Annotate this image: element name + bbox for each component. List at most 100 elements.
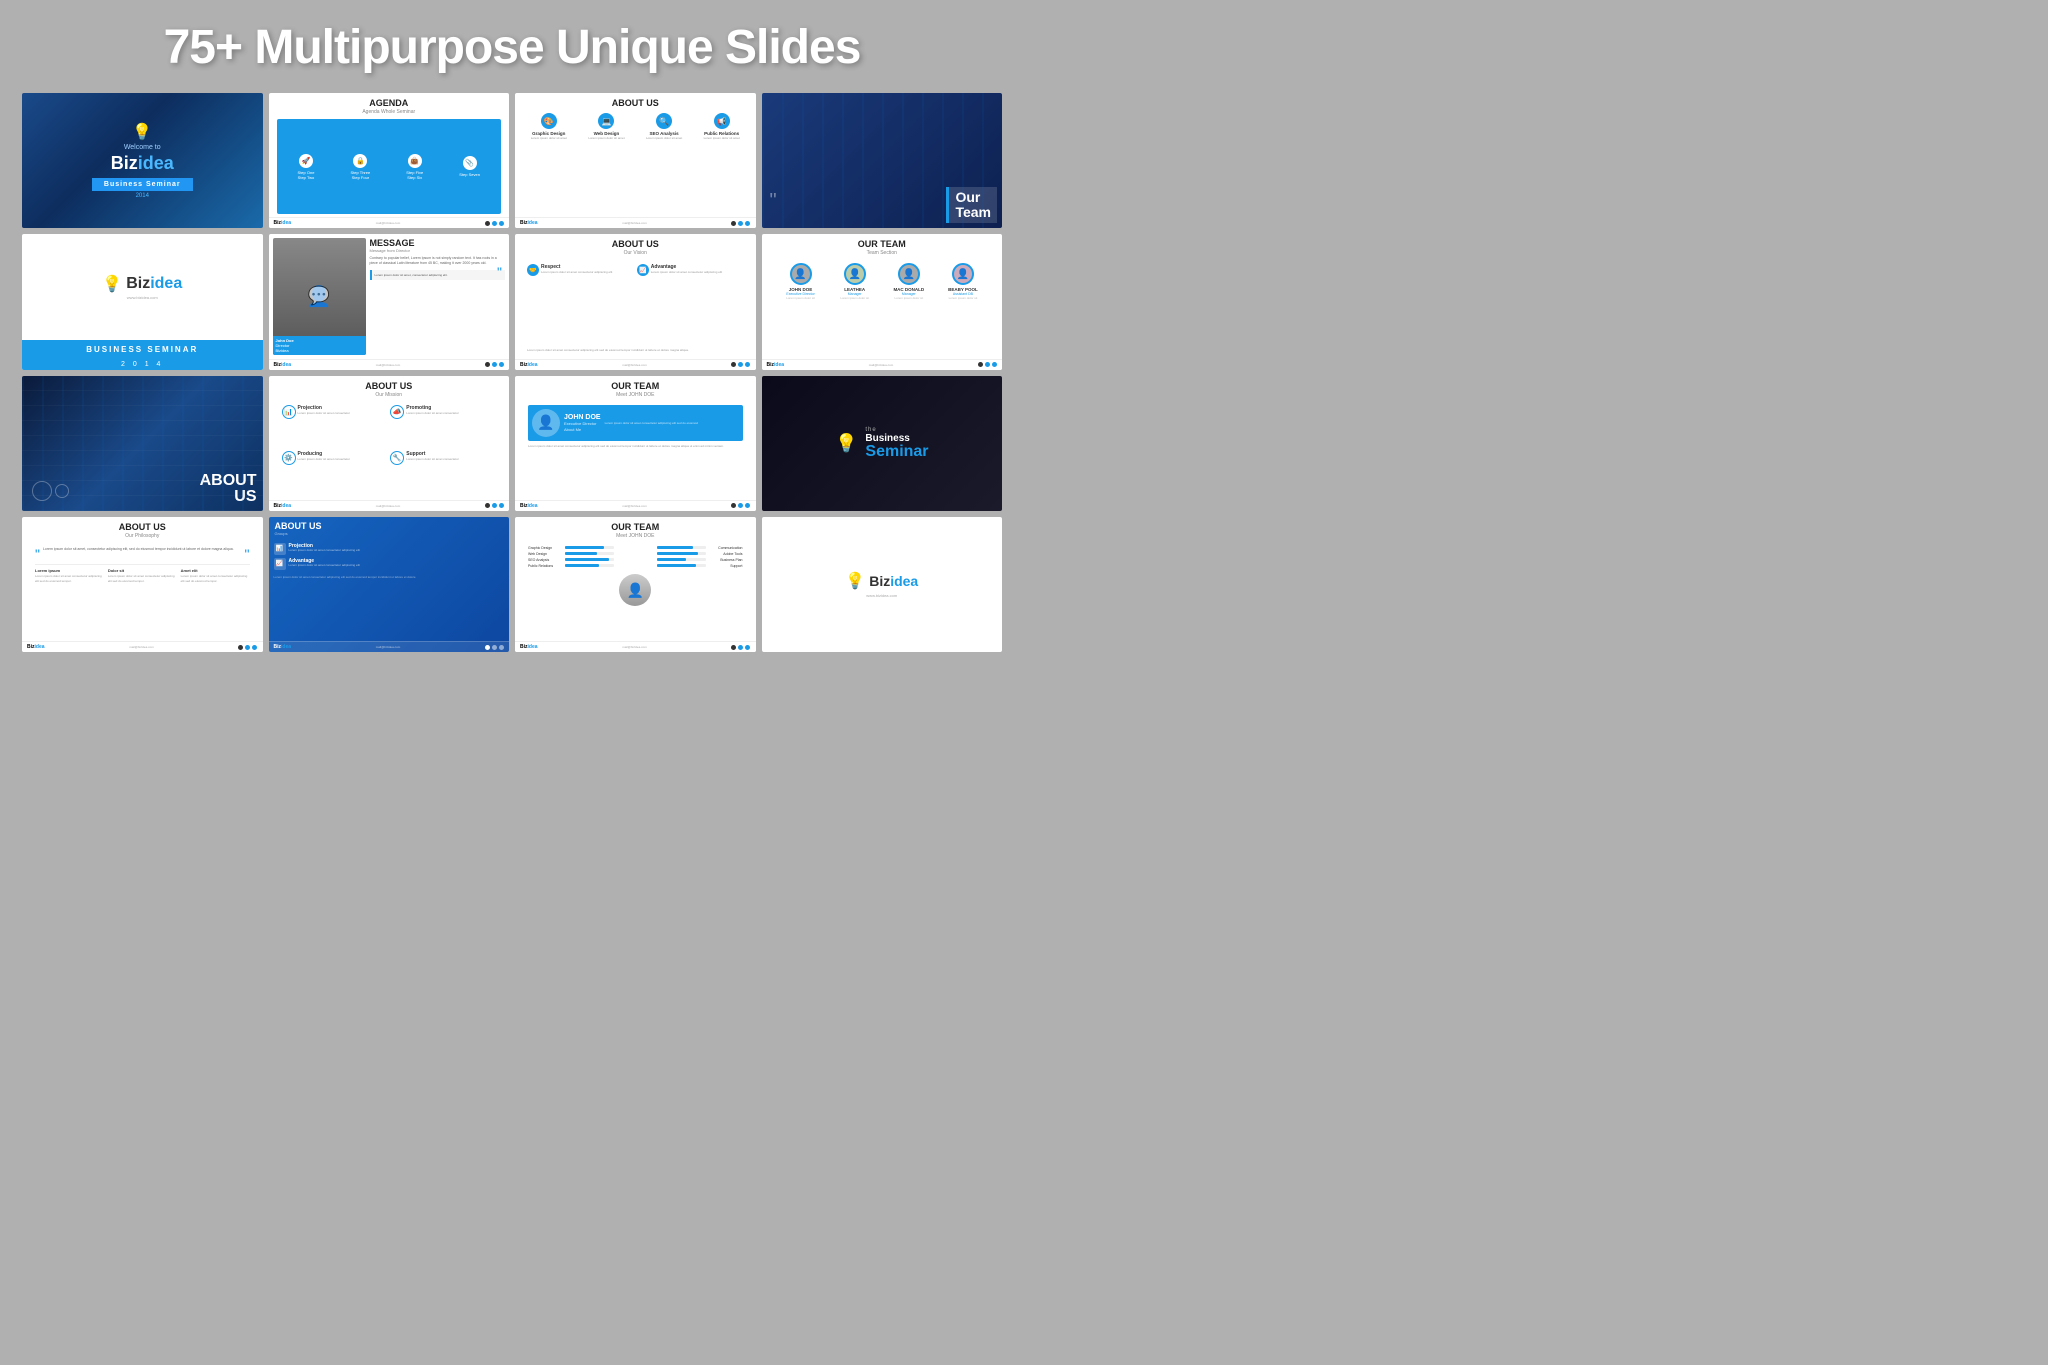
slide7-footer: Bizidea mail@bizidea.com (515, 359, 756, 370)
phil-divider (35, 564, 250, 565)
slide3-footer: Bizidea mail@bizidea.com (515, 217, 756, 228)
avatar-2: 👤 (844, 263, 866, 285)
proj-icon-14: 📊 (274, 543, 286, 555)
vision-items: 🤝 Respect Lorem ipsum dolor sit amet con… (523, 260, 748, 348)
about14-item-2: 📈 Advantage Lorem ipsum dolor sit amet c… (274, 558, 505, 570)
slide13-footer: Bizidea mail@bizidea.com (22, 641, 263, 652)
vision-bottom: Lorem ipsum dolor sit amet consectetur a… (523, 348, 748, 355)
respect-icon: 🤝 (527, 264, 539, 276)
slide8-footer: Bizidea mail@bizidea.com (762, 359, 1003, 370)
dot-1 (238, 645, 243, 650)
bulb-icon-16: 💡 (845, 571, 865, 591)
footer-dots-14 (485, 645, 504, 650)
vision-col-1: 🤝 Respect Lorem ipsum dolor sit amet con… (527, 264, 634, 344)
slide-5[interactable]: 💡 Bizidea www.bizidea.com BUSINESS SEMIN… (22, 234, 263, 369)
meet-title: OUR TEAM (523, 381, 748, 391)
step-1: 🚀 Step One Step Two (298, 154, 315, 180)
adv-icon-14: 📈 (274, 558, 286, 570)
projection-text: Projection Lorem ipsum dolor sit amet co… (298, 405, 351, 448)
slide-6[interactable]: 👤 💬 John Doe Director Bizidea MESSAGE Me… (269, 234, 510, 369)
biz-logo: Bizidea (111, 153, 174, 174)
slide3-header: ABOUT US (515, 93, 756, 110)
about14-content: 📊 Projection Lorem ipsum dolor sit amet … (269, 540, 510, 641)
meet-subtitle: Meet JOHN DOE (523, 392, 748, 398)
slide10-content: ABOUT US Our Mission 📊 Projection Lorem … (269, 376, 510, 500)
phil-title: ABOUT US (30, 522, 255, 532)
slide7-content: ABOUT US Our Vision 🤝 Respect Lorem ipsu… (515, 234, 756, 358)
slide-13[interactable]: ABOUT US Our Philosophy " Lorem ipsum do… (22, 517, 263, 652)
john-info: JOHN DOE Executive Director About Me (564, 414, 601, 432)
slide-15[interactable]: OUR TEAM Meet JOHN DOE Graphic Design We… (515, 517, 756, 652)
skill-r3: Business Plan (657, 558, 743, 562)
dot-1 (731, 221, 736, 226)
biz-logo-16: Bizidea (869, 573, 918, 589)
seminar-text: Seminar (865, 444, 928, 460)
vision-col-2: 📈 Advantage Lorem ipsum dolor sit amet c… (637, 264, 744, 344)
step7-label: Step Seven (459, 172, 480, 177)
slide-2[interactable]: AGENDA Agenda Whole Seminar 🚀 Step One S… (269, 93, 510, 228)
msg-content: 👤 💬 John Doe Director Bizidea MESSAGE Me… (269, 234, 510, 358)
skill3-bar-fill (565, 558, 609, 561)
slide-4[interactable]: " OurTeam (762, 93, 1003, 228)
dot-3 (745, 645, 750, 650)
slide-12[interactable]: 💡 the Business Seminar (762, 376, 1003, 511)
icon-web-design: 💻 Web Design Lorem ipsum dolor sit amet (578, 113, 636, 214)
agenda-title: AGENDA (277, 98, 502, 108)
skill3-label: SEO Analysis (528, 558, 563, 562)
mission-2: 📣 Promoting Lorem ipsum dolor sit amet c… (390, 405, 496, 448)
team-title: OUR TEAM (770, 239, 995, 249)
dark-text-group: the Business Seminar (865, 427, 928, 460)
skill1-label: Graphic Design (528, 546, 563, 550)
skill-1: Graphic Design (528, 546, 614, 550)
slide-9[interactable]: ABOUT US (22, 376, 263, 511)
footer-dots-7 (731, 362, 750, 367)
icon-desc-2: Lorem ipsum dolor sit amet (588, 137, 624, 141)
slide-1[interactable]: 💡 Welcome to Bizidea Business Seminar 20… (22, 93, 263, 228)
page-title: 75+ Multipurpose Unique Slides (164, 20, 861, 75)
slide-11[interactable]: OUR TEAM Meet JOHN DOE 👤 JOHN DOE Execut… (515, 376, 756, 511)
dot-3 (252, 645, 257, 650)
slide-10[interactable]: ABOUT US Our Mission 📊 Projection Lorem … (269, 376, 510, 511)
respect-text: Respect Lorem ipsum dolor sit amet conse… (541, 264, 612, 275)
slide-3[interactable]: ABOUT US 🎨 Graphic Design Lorem ipsum do… (515, 93, 756, 228)
slide14-header: ABOUT US Groups (269, 517, 510, 540)
producing-text: Producing Lorem ipsum dolor sit amet con… (298, 451, 351, 494)
meet-desc: Lorem ipsum dolor sit amet consectetur a… (528, 444, 743, 448)
dot-2 (738, 503, 743, 508)
skill2-label: Web Design (528, 552, 563, 556)
phil-quote-block: " Lorem ipsum dolor sit amet, consectetu… (35, 547, 250, 561)
slide16-logo: 💡 Bizidea (845, 571, 918, 591)
about14-footer-text: Lorem ipsum dolor sit amet consectetur a… (274, 575, 505, 579)
mission-3: ⚙️ Producing Lorem ipsum dolor sit amet … (282, 451, 388, 494)
skills-right: Communication Adobe Tools Business Plan … (657, 546, 743, 635)
step-2: 🔒 Step Three Step Four (351, 154, 371, 180)
skillr4-bar-bg (657, 564, 706, 567)
dot-3 (745, 221, 750, 226)
skillr2-bar-fill (657, 552, 698, 555)
adv-desc-14: Lorem ipsum dolor sit amet consectetur a… (289, 564, 360, 568)
phil-col-3: Amet elit Lorem ipsum dolor sit amet con… (181, 568, 250, 583)
footer-logo-11: Bizidea (520, 503, 538, 509)
step3-icon: 👜 (408, 154, 422, 168)
mission-grid: 📊 Projection Lorem ipsum dolor sit amet … (277, 402, 502, 497)
slide-7[interactable]: ABOUT US Our Vision 🤝 Respect Lorem ipsu… (515, 234, 756, 369)
dot-2 (738, 362, 743, 367)
footer-logo: Bizidea (274, 220, 292, 226)
dot-3 (499, 645, 504, 650)
dark-bulb-icon: 💡 (835, 433, 857, 454)
john-name: JOHN DOE (564, 414, 601, 421)
producing-icon: ⚙️ (282, 451, 296, 465)
john-card: 👤 JOHN DOE Executive Director About Me L… (528, 405, 743, 441)
footer-dots (485, 221, 504, 226)
dot-1 (485, 645, 490, 650)
footer-dots-3 (731, 221, 750, 226)
slide-14[interactable]: ABOUT US Groups 📊 Projection Lorem ipsum… (269, 517, 510, 652)
phil-subtitle: Our Philosophy (30, 533, 255, 539)
slide11-footer: Bizidea mail@bizidea.com (515, 500, 756, 511)
slide-8[interactable]: OUR TEAM Team Section 👤 JOHN DOE Executi… (762, 234, 1003, 369)
proj-text-14: Projection Lorem ipsum dolor sit amet co… (289, 543, 360, 553)
quote-open: " (35, 547, 40, 561)
slide5-bulb-icon: 💡 (102, 274, 122, 294)
dot-3 (499, 503, 504, 508)
skills-content: Graphic Design Web Design SEO Analysis P… (523, 543, 748, 638)
